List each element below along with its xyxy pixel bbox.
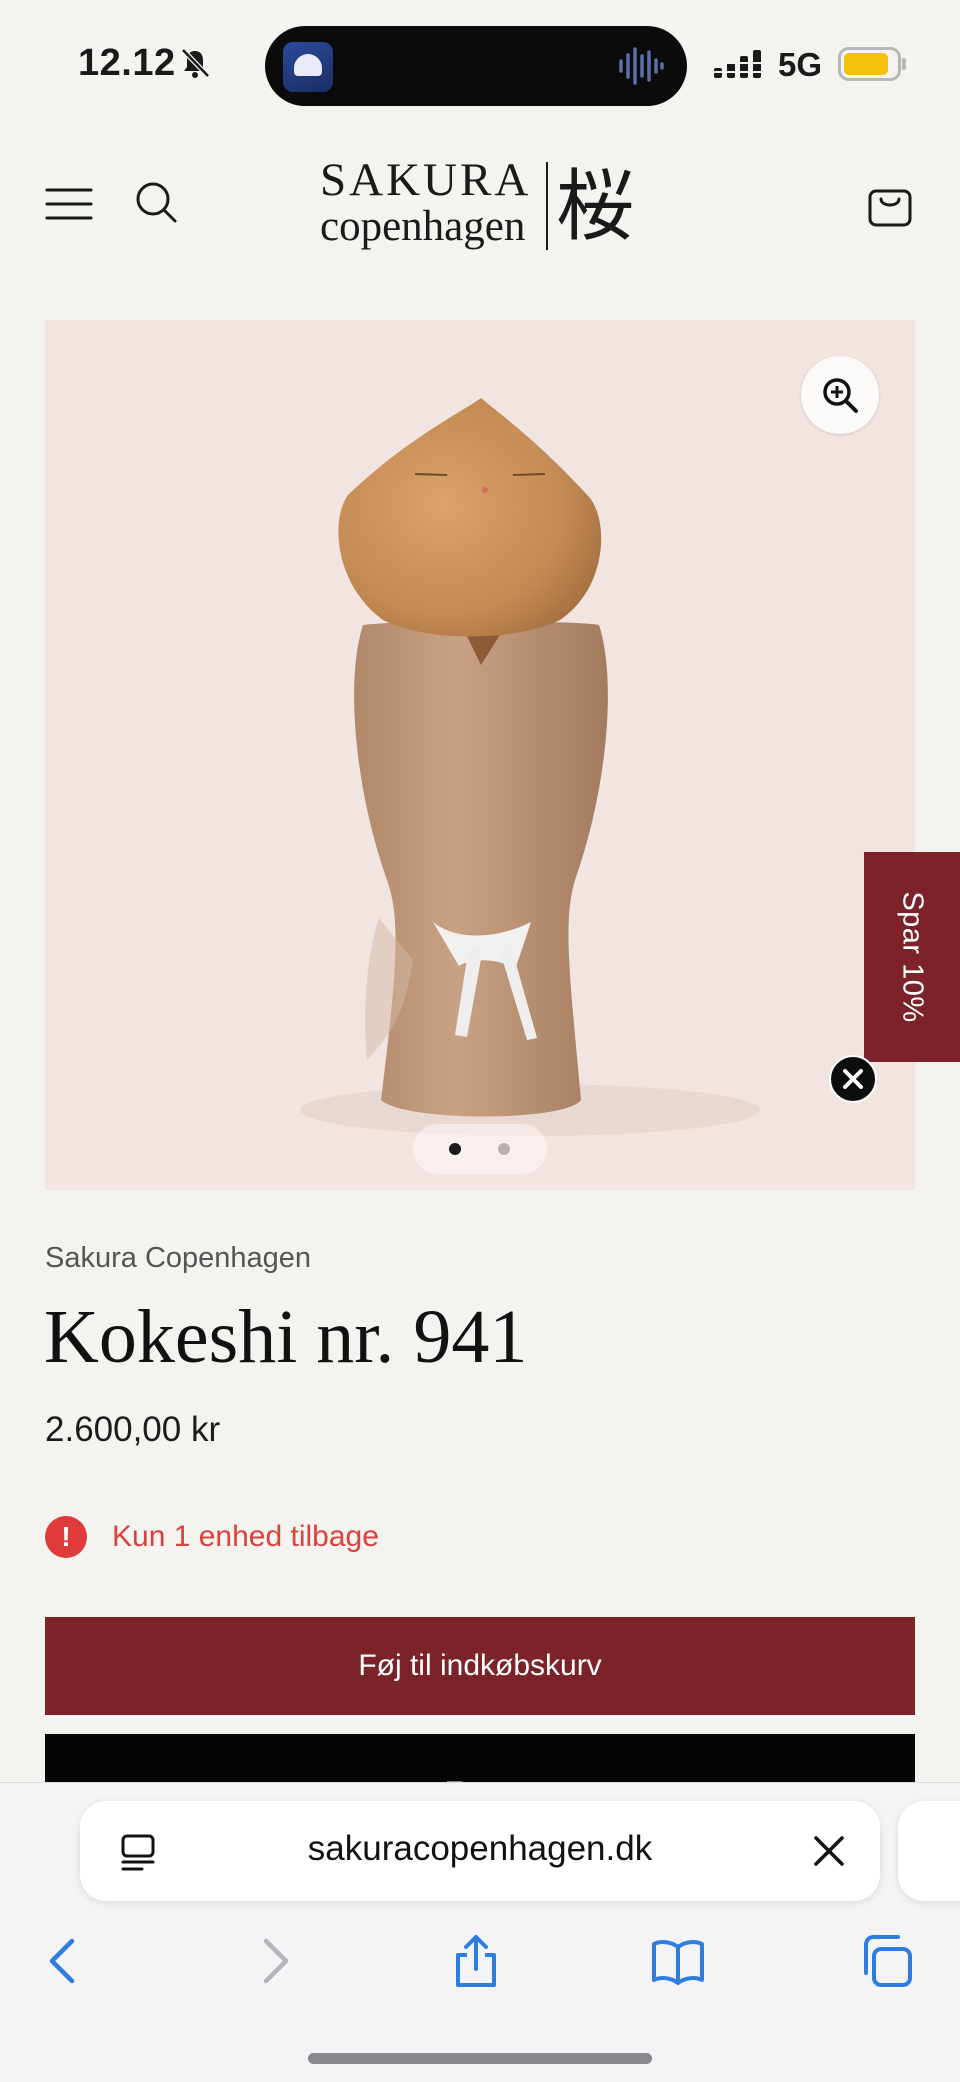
zoom-button[interactable] — [801, 356, 879, 434]
close-icon[interactable] — [812, 1834, 846, 1868]
discount-tab-label: Spar 10% — [896, 891, 929, 1023]
status-time: 12.12 — [78, 42, 176, 84]
hamburger-icon[interactable] — [45, 186, 93, 222]
network-type: 5G — [778, 46, 823, 83]
logo-subtitle: copenhagen — [320, 203, 526, 250]
site-header: SAKURA copenhagen 桜 — [0, 140, 960, 270]
stock-warning-text: Kun 1 enhed tilbage — [112, 1520, 379, 1553]
status-bar: 12.12 5G — [0, 0, 960, 130]
product-vendor[interactable]: Sakura Copenhagen — [45, 1242, 311, 1275]
image-pagination — [413, 1124, 547, 1174]
share-icon[interactable] — [448, 1933, 504, 1989]
pagination-dot[interactable] — [498, 1143, 510, 1155]
product-title: Kokeshi nr. 941 — [44, 1295, 528, 1379]
url-text: sakuracopenhagen.dk — [307, 1829, 653, 1868]
back-icon[interactable] — [36, 1933, 92, 1989]
kokeshi-doll-photo — [300, 398, 760, 1136]
site-logo[interactable]: SAKURA copenhagen 桜 — [320, 154, 650, 254]
logo-kanji: 桜 — [556, 162, 635, 252]
product-image[interactable] — [45, 320, 915, 1190]
add-to-cart-button[interactable]: Føj til indkøbskurv — [45, 1617, 915, 1715]
search-icon[interactable] — [134, 180, 178, 224]
signal-icon — [714, 50, 764, 78]
audio-wave-icon — [619, 47, 664, 85]
bell-muted-icon — [181, 48, 210, 78]
bookmarks-icon[interactable] — [650, 1933, 706, 1989]
logo-divider — [546, 162, 548, 250]
product-price: 2.600,00 kr — [45, 1410, 221, 1449]
browser-toolbar: sakuracopenhagen.dk — [0, 1782, 960, 2082]
discount-side-tab[interactable]: Spar 10% — [864, 852, 960, 1062]
next-tab-peek[interactable] — [898, 1801, 960, 1901]
close-discount-tab-button[interactable] — [829, 1055, 877, 1103]
battery-icon — [838, 47, 906, 81]
shopping-bag-icon[interactable] — [866, 180, 914, 228]
alert-icon: ! — [45, 1516, 87, 1558]
zoom-in-icon — [823, 378, 858, 413]
home-indicator[interactable] — [308, 2053, 652, 2064]
close-icon — [843, 1069, 863, 1089]
dynamic-island — [265, 26, 687, 106]
address-bar[interactable]: sakuracopenhagen.dk — [80, 1801, 880, 1901]
logo-word: SAKURA — [320, 154, 532, 206]
forward-icon[interactable] — [246, 1933, 302, 1989]
app-thumbnail-icon — [283, 42, 333, 92]
tabs-icon[interactable] — [858, 1933, 914, 1989]
pagination-dot-active[interactable] — [449, 1143, 461, 1155]
